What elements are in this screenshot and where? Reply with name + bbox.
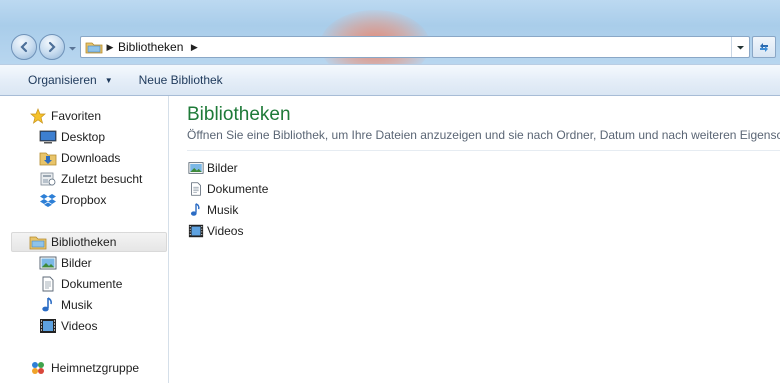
nav-item-music[interactable]: Musik	[39, 295, 92, 315]
refresh-icon	[760, 43, 768, 52]
navigation-pane: Favoriten Desktop Downloads Zuletzt besu…	[0, 96, 169, 383]
nav-item-label: Musik	[61, 298, 93, 312]
refresh-button[interactable]	[752, 36, 776, 58]
nav-item-desktop[interactable]: Desktop	[39, 127, 105, 147]
nav-homegroup[interactable]: Heimnetzgruppe	[29, 358, 139, 378]
nav-item-label: Bilder	[61, 256, 92, 270]
library-folder-icon	[29, 234, 47, 250]
star-icon	[29, 108, 47, 124]
nav-libraries[interactable]: Bibliotheken	[11, 232, 167, 252]
library-item-label: Videos	[207, 224, 244, 238]
nav-favorites-label: Favoriten	[51, 109, 102, 123]
downloads-icon	[39, 150, 57, 166]
nav-item-recent-places[interactable]: Zuletzt besucht	[39, 169, 142, 189]
breadcrumb-libraries[interactable]: Bibliotheken	[118, 40, 183, 54]
music-icon	[39, 297, 57, 313]
chevron-down-icon	[69, 47, 76, 51]
library-item-label: Bilder	[207, 161, 238, 175]
forward-button[interactable]	[39, 34, 65, 60]
nav-item-dropbox[interactable]: Dropbox	[39, 190, 106, 210]
library-item-pictures[interactable]: Bilder	[188, 158, 238, 178]
nav-item-documents[interactable]: Dokumente	[39, 274, 122, 294]
nav-homegroup-label: Heimnetzgruppe	[51, 361, 140, 375]
documents-icon	[188, 181, 204, 197]
header-divider	[187, 150, 780, 151]
library-item-music[interactable]: Musik	[188, 200, 238, 220]
music-icon	[188, 202, 204, 218]
address-bar[interactable]: ▶ Bibliotheken ▶	[80, 36, 750, 58]
homegroup-icon	[29, 360, 47, 376]
videos-icon	[39, 318, 57, 334]
window-titlebar: ▶ Bibliotheken ▶	[0, 0, 780, 64]
nav-item-downloads[interactable]: Downloads	[39, 148, 120, 168]
chevron-down-icon: ▼	[104, 75, 113, 85]
library-folder-icon	[84, 38, 104, 56]
recent-places-icon	[39, 171, 57, 187]
nav-item-label: Dokumente	[61, 277, 123, 291]
pictures-icon	[188, 160, 204, 176]
library-item-videos[interactable]: Videos	[188, 221, 243, 241]
videos-icon	[188, 223, 204, 239]
nav-item-videos[interactable]: Videos	[39, 316, 97, 336]
recent-pages-dropdown[interactable]	[68, 44, 77, 53]
pictures-icon	[39, 255, 57, 271]
new-library-button[interactable]: Neue Bibliothek	[131, 68, 231, 92]
page-subtitle: Öffnen Sie eine Bibliothek, um Ihre Date…	[187, 128, 780, 142]
nav-item-label: Dropbox	[61, 193, 107, 207]
forward-arrow-icon	[48, 41, 56, 53]
back-button[interactable]	[11, 34, 37, 60]
breadcrumb-expand-icon[interactable]: ▶	[187, 42, 201, 53]
content-pane: Bibliotheken Öffnen Sie eine Bibliothek,…	[170, 96, 780, 383]
library-item-label: Dokumente	[207, 182, 269, 196]
nav-favorites[interactable]: Favoriten	[29, 106, 101, 126]
nav-item-label: Zuletzt besucht	[61, 172, 143, 186]
nav-item-label: Videos	[61, 319, 98, 333]
nav-item-label: Desktop	[61, 130, 106, 144]
chevron-down-icon	[737, 45, 744, 49]
command-toolbar: Organisieren ▼ Neue Bibliothek	[0, 64, 780, 96]
organize-label: Organisieren	[28, 73, 97, 87]
breadcrumb-separator-icon[interactable]: ▶	[104, 42, 116, 53]
library-item-label: Musik	[207, 203, 239, 217]
address-history-dropdown[interactable]	[731, 37, 749, 57]
nav-libraries-label: Bibliotheken	[51, 235, 117, 249]
new-library-label: Neue Bibliothek	[138, 73, 223, 87]
back-arrow-icon	[20, 41, 28, 53]
documents-icon	[39, 276, 57, 292]
dropbox-icon	[39, 192, 57, 208]
nav-item-label: Downloads	[61, 151, 121, 165]
page-title: Bibliotheken	[187, 104, 291, 125]
desktop-icon	[39, 129, 57, 145]
nav-item-pictures[interactable]: Bilder	[39, 253, 92, 273]
organize-button[interactable]: Organisieren ▼	[20, 68, 121, 92]
library-item-documents[interactable]: Dokumente	[188, 179, 268, 199]
